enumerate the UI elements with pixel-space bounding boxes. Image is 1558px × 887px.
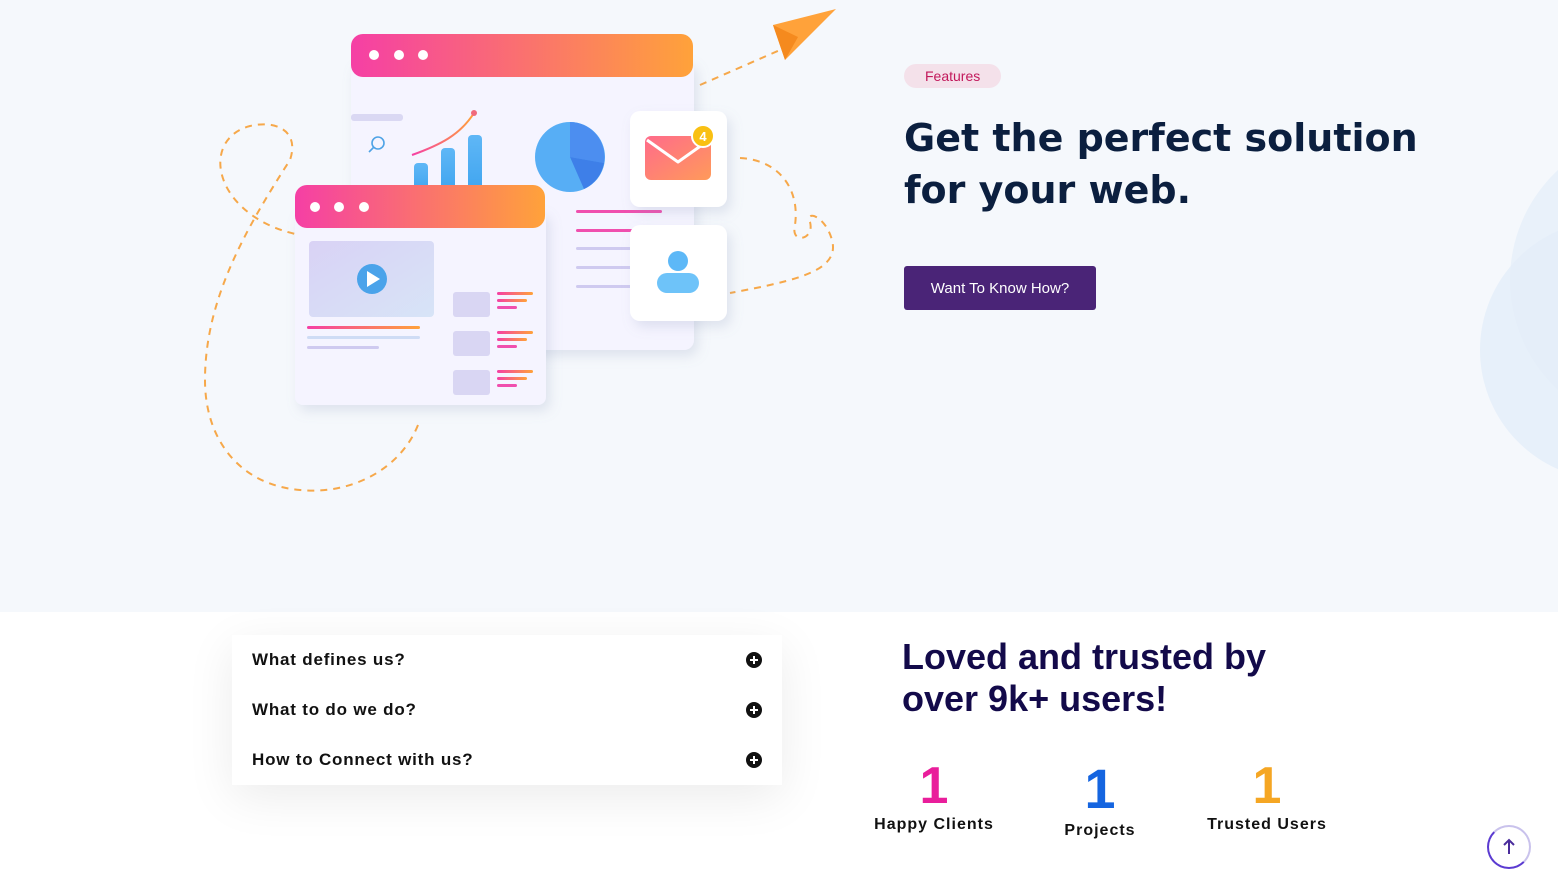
plus-circle-icon[interactable] [746, 752, 762, 768]
plus-circle-icon[interactable] [746, 702, 762, 718]
plus-circle-icon[interactable] [746, 652, 762, 668]
faq-accordion: What defines us? What to do we do? How t… [232, 635, 782, 785]
stat-happy-clients: 1 Happy Clients [872, 760, 996, 834]
stat-label: Trusted Users [1207, 816, 1327, 833]
hero-title: Get the perfect solution for your web. [904, 116, 1418, 212]
stat-value: 1 [919, 757, 949, 815]
stat-projects: 1 Projects [1050, 760, 1150, 840]
paper-plane-icon [773, 9, 836, 60]
stat-label: Happy Clients [874, 816, 994, 833]
faq-question: How to Connect with us? [252, 750, 474, 769]
scroll-to-top-button[interactable] [1487, 825, 1531, 869]
stat-label: Projects [1064, 822, 1136, 839]
stat-trusted-users: 1 Trusted Users [1204, 760, 1330, 834]
hero-illustration: 4 [203, 9, 836, 492]
arrow-up-icon [1503, 838, 1515, 854]
faq-question: What defines us? [252, 650, 406, 669]
features-badge: Features [904, 64, 1002, 88]
mail-badge-count: 4 [699, 129, 707, 144]
faq-question: What to do we do? [252, 700, 417, 719]
stat-value: 1 [1084, 757, 1116, 820]
hero-section: 4 Features Get the perfect solution for … [0, 0, 1558, 612]
stats-title: Loved and trusted by over 9k+ users! [902, 636, 1267, 719]
faq-item[interactable]: How to Connect with us? [232, 735, 782, 785]
faq-item[interactable]: What to do we do? [232, 685, 782, 735]
faq-item[interactable]: What defines us? [232, 635, 782, 685]
want-to-know-how-button[interactable]: Want To Know How? [904, 266, 1096, 310]
stat-value: 1 [1252, 757, 1282, 815]
decorative-circle [1480, 220, 1558, 480]
play-icon [357, 264, 387, 294]
